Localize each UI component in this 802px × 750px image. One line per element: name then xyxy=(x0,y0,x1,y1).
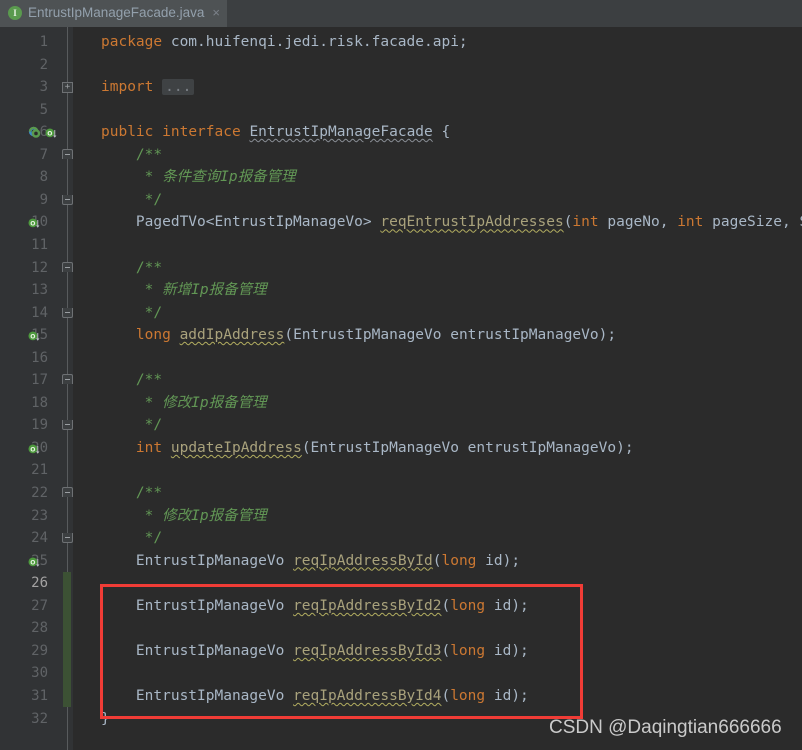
line-number-gutter[interactable]: 1235678910111213141516171819202122232425… xyxy=(0,27,62,750)
line-number: 1 xyxy=(40,31,48,54)
editor-tab-label: EntrustIpManageFacade.java xyxy=(28,5,204,20)
code-line[interactable]: /** xyxy=(101,482,162,505)
vcs-changed-lines-stripe[interactable] xyxy=(63,572,71,707)
close-icon[interactable]: × xyxy=(212,6,220,19)
method-name: reqIpAddressById3 xyxy=(293,643,441,659)
svg-text:O: O xyxy=(47,131,52,138)
code-line[interactable]: EntrustIpManageVo reqIpAddressById(long … xyxy=(101,550,520,573)
line-number: 27 xyxy=(31,595,48,618)
code-line[interactable]: public interface EntrustIpManageFacade { xyxy=(101,121,450,144)
code-line[interactable]: */ xyxy=(101,189,162,212)
gutter-marker-group: O xyxy=(28,211,62,234)
code-line[interactable]: PagedTVo<EntrustIpManageVo> reqEntrustIp… xyxy=(101,211,802,234)
overridden-method-icon[interactable]: O xyxy=(28,555,41,568)
code-line[interactable]: */ xyxy=(101,302,162,325)
folded-imports-placeholder[interactable]: ... xyxy=(162,79,194,95)
line-number: 24 xyxy=(31,527,48,550)
code-line[interactable]: EntrustIpManageVo reqIpAddressById2(long… xyxy=(101,595,529,618)
vcs-change-gutter[interactable] xyxy=(62,27,73,750)
line-number: 30 xyxy=(31,662,48,685)
code-line[interactable]: EntrustIpManageVo reqIpAddressById3(long… xyxy=(101,640,529,663)
gutter-marker-group: O xyxy=(28,437,62,460)
line-number: 7 xyxy=(40,144,48,167)
code-editor[interactable]: 1235678910111213141516171819202122232425… xyxy=(0,27,802,750)
overridden-method-icon[interactable]: O xyxy=(45,126,58,139)
line-number: 12 xyxy=(31,257,48,280)
line-number: 26 xyxy=(31,572,48,595)
line-number: 2 xyxy=(40,54,48,77)
line-number: 13 xyxy=(31,279,48,302)
svg-text:O: O xyxy=(30,447,35,454)
code-line[interactable]: /** xyxy=(101,257,162,280)
line-number: 19 xyxy=(31,414,48,437)
code-line[interactable]: * 条件查询Ip报备管理 xyxy=(101,166,296,189)
method-name: updateIpAddress xyxy=(171,440,302,456)
line-number: 32 xyxy=(31,708,48,731)
editor-tab-entrustipmanagefacade[interactable]: I EntrustIpManageFacade.java × xyxy=(0,0,227,27)
line-number: 29 xyxy=(31,640,48,663)
implemented-by-icon[interactable] xyxy=(28,125,43,140)
overridden-method-icon[interactable]: O xyxy=(28,329,41,342)
line-number: 23 xyxy=(31,505,48,528)
watermark-text: CSDN @Daqingtian666666 xyxy=(549,717,782,739)
overridden-method-icon[interactable]: O xyxy=(28,442,41,455)
code-line[interactable]: * 修改Ip报备管理 xyxy=(101,505,267,528)
line-number: 22 xyxy=(31,482,48,505)
code-line[interactable]: int updateIpAddress(EntrustIpManageVo en… xyxy=(101,437,634,460)
method-name: reqIpAddressById xyxy=(293,553,433,569)
line-number: 31 xyxy=(31,685,48,708)
gutter-marker-group: O xyxy=(28,324,62,347)
svg-text:O: O xyxy=(30,559,35,566)
line-number: 11 xyxy=(31,234,48,257)
overridden-method-icon[interactable]: O xyxy=(28,216,41,229)
code-line[interactable]: } xyxy=(101,708,110,731)
code-line[interactable]: long addIpAddress(EntrustIpManageVo entr… xyxy=(101,324,616,347)
code-line[interactable]: */ xyxy=(101,527,162,550)
line-number: 8 xyxy=(40,166,48,189)
method-name: reqEntrustIpAddresses xyxy=(380,214,563,230)
line-number: 21 xyxy=(31,459,48,482)
code-line[interactable]: /** xyxy=(101,144,162,167)
interface-name: EntrustIpManageFacade xyxy=(249,124,432,140)
line-number: 18 xyxy=(31,392,48,415)
line-number: 28 xyxy=(31,617,48,640)
code-line[interactable]: import ... xyxy=(101,76,194,99)
code-line[interactable]: */ xyxy=(101,414,162,437)
line-number: 17 xyxy=(31,369,48,392)
svg-text:O: O xyxy=(30,221,35,228)
line-number: 14 xyxy=(31,302,48,325)
editor-tab-bar: I EntrustIpManageFacade.java × xyxy=(0,0,802,27)
line-number: 9 xyxy=(40,189,48,212)
code-line[interactable]: package com.huifenqi.jedi.risk.facade.ap… xyxy=(101,31,468,54)
method-name: addIpAddress xyxy=(180,327,285,343)
gutter-marker-group: O xyxy=(28,550,62,573)
svg-text:O: O xyxy=(30,334,35,341)
interface-icon: I xyxy=(8,6,22,20)
method-name: reqIpAddressById2 xyxy=(293,598,441,614)
line-number: 16 xyxy=(31,347,48,370)
code-line[interactable]: * 新增Ip报备管理 xyxy=(101,279,267,302)
line-number: 5 xyxy=(40,99,48,122)
gutter-marker-group: O xyxy=(28,121,62,144)
code-line[interactable]: /** xyxy=(101,369,162,392)
method-name: reqIpAddressById4 xyxy=(293,688,441,704)
line-number: 3 xyxy=(40,76,48,99)
code-line[interactable]: EntrustIpManageVo reqIpAddressById4(long… xyxy=(101,685,529,708)
code-text-area[interactable]: package com.huifenqi.jedi.risk.facade.ap… xyxy=(73,27,802,750)
code-line[interactable]: * 修改Ip报备管理 xyxy=(101,392,267,415)
